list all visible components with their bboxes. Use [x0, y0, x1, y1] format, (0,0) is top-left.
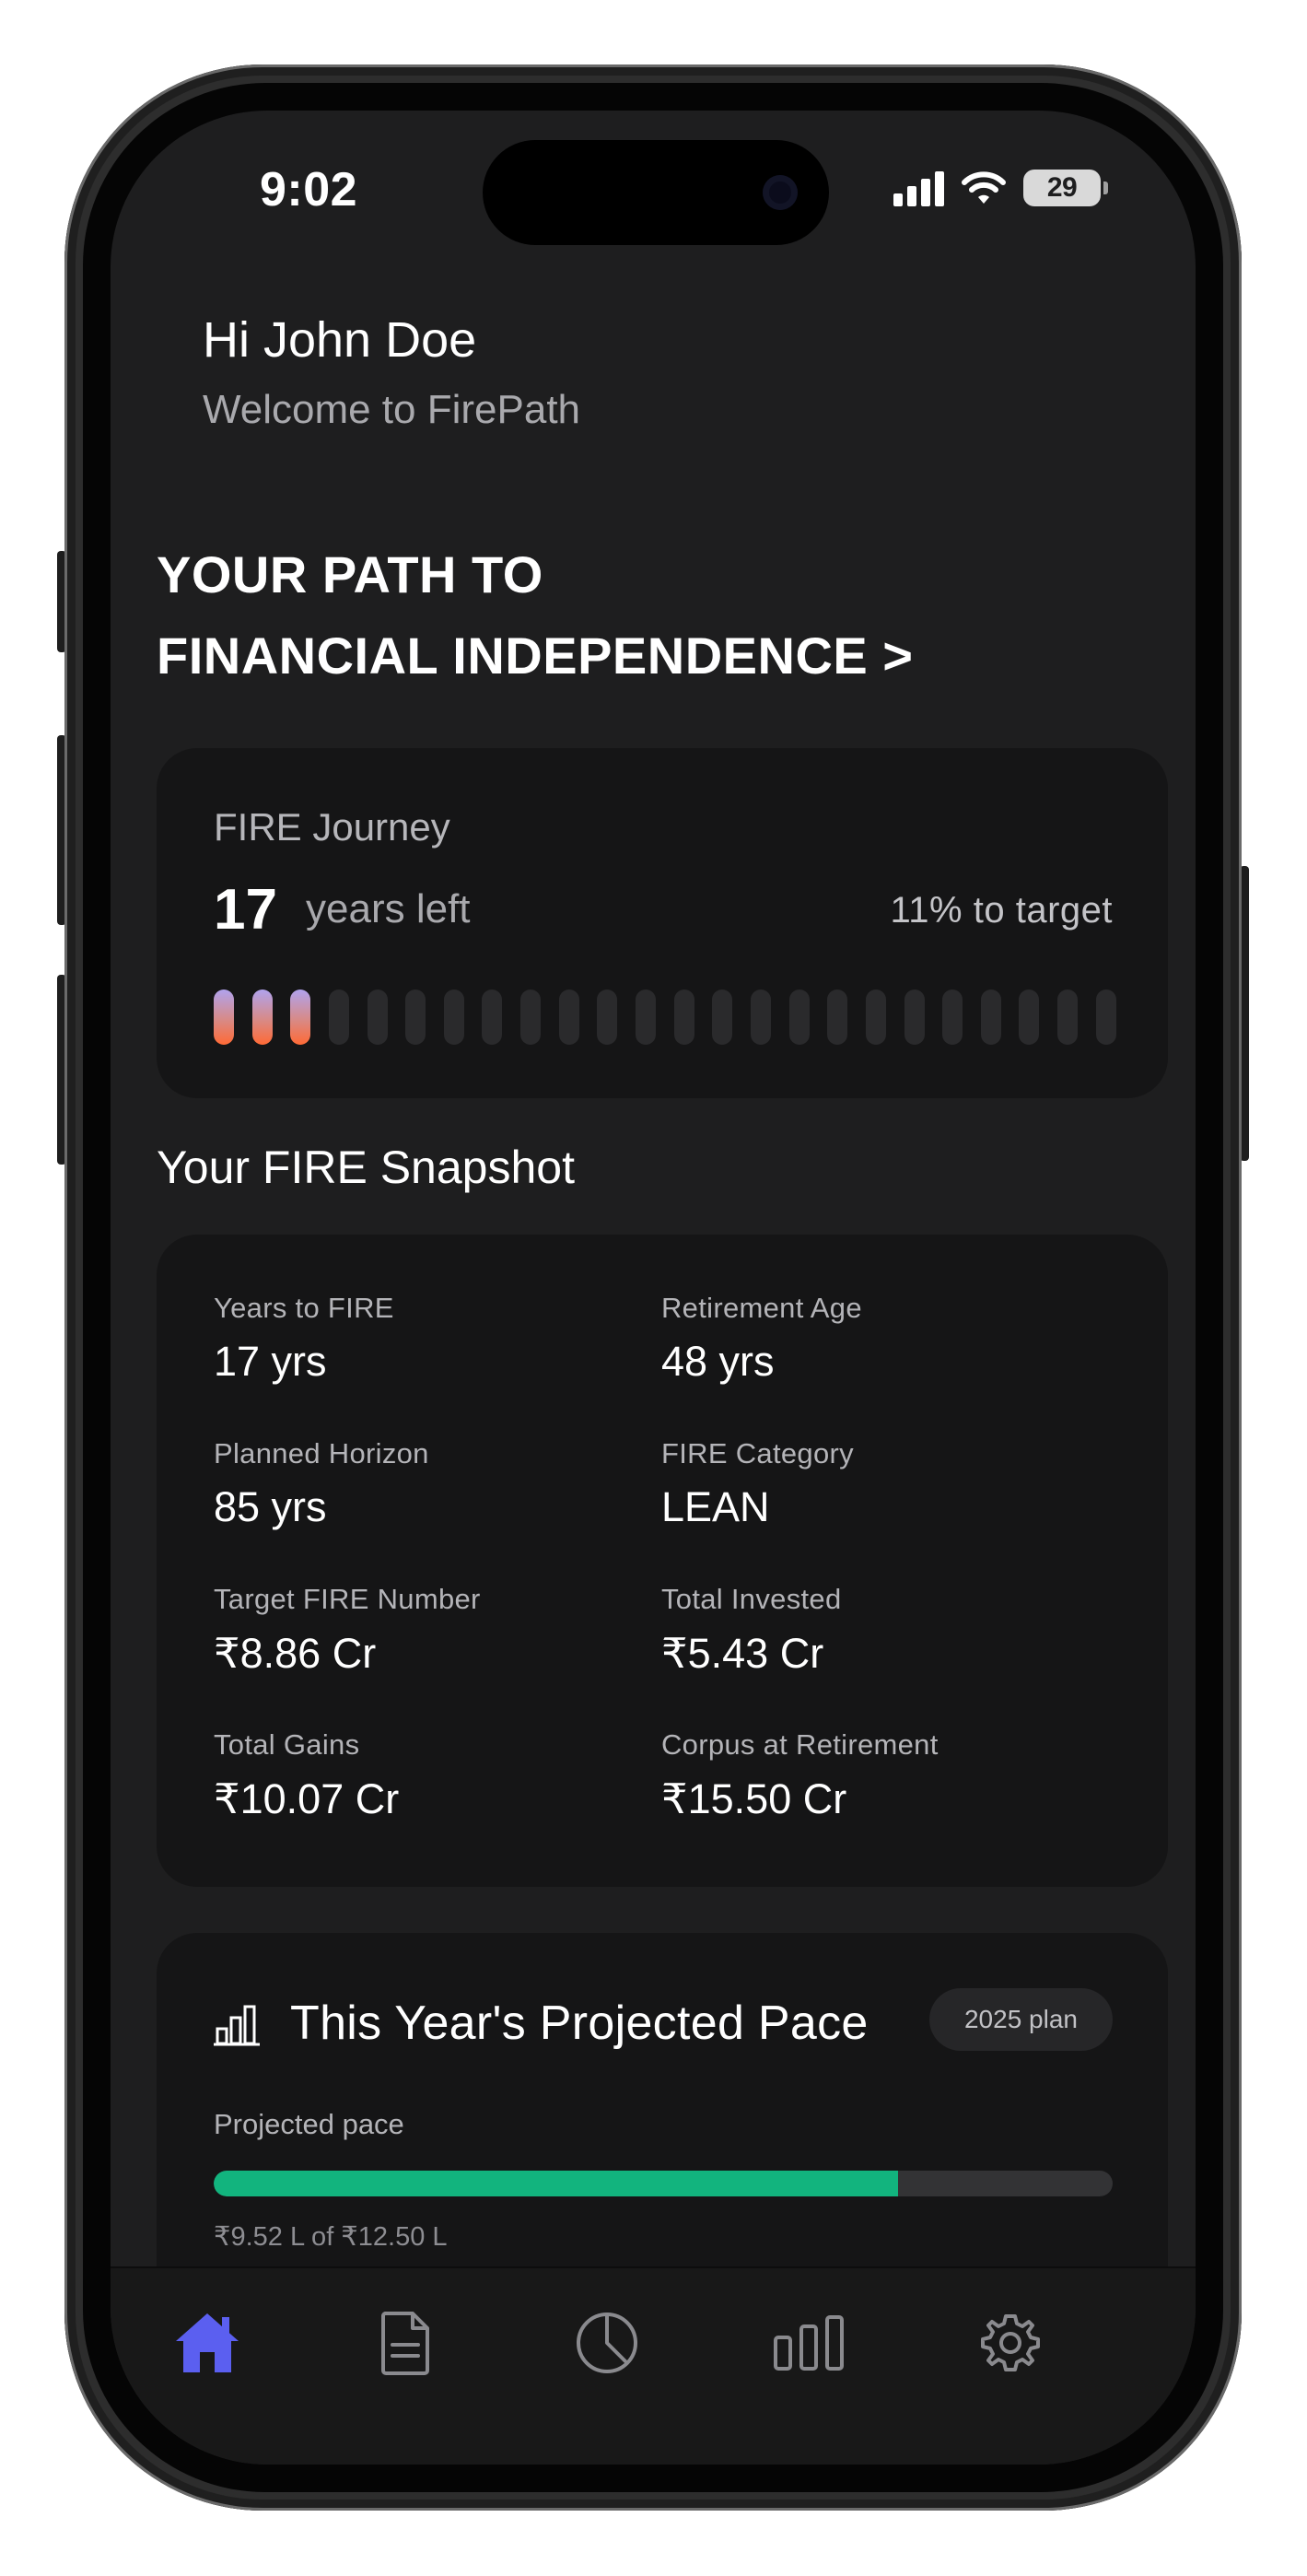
bar-chart-icon [214, 2005, 260, 2052]
metric-label: Years to FIRE [214, 1292, 394, 1324]
journey-segment-empty [1095, 989, 1116, 1045]
journey-segment-empty [865, 989, 886, 1045]
journey-target: 11% to target [890, 890, 1113, 931]
tab-bar [111, 2266, 1196, 2465]
metric-retirement-age: Retirement Age 48 yrs [661, 1292, 862, 1386]
hero-line-1: YOUR PATH TO [157, 545, 543, 603]
app-screen: 9:02 29 Hi John Doe Welcome to FirePath … [111, 111, 1196, 2465]
metric-label: Corpus at Retirement [661, 1728, 939, 1761]
journey-segment-empty [558, 989, 579, 1045]
journey-segment-empty [827, 989, 848, 1045]
pace-amount: ₹9.52 L of ₹12.50 L [214, 2222, 448, 2252]
journey-segment-empty [367, 989, 388, 1045]
metric-value: 48 yrs [661, 1338, 775, 1385]
metric-label: Total Gains [214, 1728, 360, 1761]
journey-segment-empty [750, 989, 771, 1045]
metric-total-invested: Total Invested ₹5.43 Cr [661, 1583, 841, 1678]
journey-years-label: years left [306, 886, 471, 931]
metric-value: ₹5.43 Cr [661, 1630, 824, 1677]
fire-journey-card[interactable]: FIRE Journey 17 years left 11% to target [157, 748, 1168, 1098]
pace-progress-fill [214, 2171, 899, 2196]
greeting-name: Hi John Doe [203, 312, 477, 368]
signal-icon [893, 170, 944, 206]
journey-segment-empty [712, 989, 733, 1045]
journey-segment-empty [636, 989, 657, 1045]
journey-progress [214, 989, 1116, 1045]
metric-value: ₹15.50 Cr [661, 1775, 847, 1822]
journey-segment-filled [251, 989, 273, 1045]
journey-segment-empty [788, 989, 810, 1045]
metric-value: ₹10.07 Cr [214, 1775, 400, 1822]
document-icon [381, 2312, 429, 2375]
journey-segment-empty [904, 989, 925, 1045]
journey-segment-filled [290, 989, 311, 1045]
battery-level: 29 [1046, 172, 1078, 203]
fire-path-link[interactable]: YOUR PATH TO FINANCIAL INDEPENDENCE > [157, 534, 1078, 697]
metric-years-to-fire: Years to FIRE 17 yrs [214, 1292, 394, 1386]
status-time: 9:02 [260, 163, 358, 217]
metric-corpus-at-retirement: Corpus at Retirement ₹15.50 Cr [661, 1728, 939, 1823]
home-icon [176, 2313, 239, 2372]
metric-label: FIRE Category [661, 1437, 854, 1469]
journey-years: 17 [214, 878, 277, 942]
journey-segment-empty [520, 989, 542, 1045]
journey-segment-empty [1057, 989, 1079, 1045]
metric-label: Planned Horizon [214, 1437, 429, 1469]
tab-documents[interactable] [364, 2301, 447, 2384]
metric-total-gains: Total Gains ₹10.07 Cr [214, 1728, 399, 1823]
journey-segment-empty [597, 989, 618, 1045]
journey-segment-empty [1019, 989, 1040, 1045]
dynamic-island [483, 140, 829, 245]
battery-icon: 29 [1023, 170, 1108, 206]
pace-title: This Year's Projected Pace [290, 1996, 869, 2050]
tab-allocation[interactable] [566, 2301, 648, 2384]
metric-value: 17 yrs [214, 1338, 327, 1385]
tab-analytics[interactable] [767, 2301, 850, 2384]
metric-value: 85 yrs [214, 1483, 327, 1530]
journey-segment-empty [443, 989, 464, 1045]
journey-segment-empty [980, 989, 1001, 1045]
status-indicators: 29 [893, 170, 1108, 206]
pace-progress-track [214, 2171, 1113, 2196]
journey-segment-filled [214, 989, 234, 1045]
journey-segment-empty [328, 989, 349, 1045]
journey-segment-empty [673, 989, 694, 1045]
journey-segment-empty [482, 989, 503, 1045]
hero-line-2: FINANCIAL INDEPENDENCE > [157, 626, 914, 685]
greeting-subtitle: Welcome to FirePath [203, 387, 581, 432]
metric-planned-horizon: Planned Horizon 85 yrs [214, 1437, 429, 1531]
tab-settings[interactable] [969, 2301, 1052, 2384]
tab-home[interactable] [166, 2301, 249, 2384]
journey-segment-empty [405, 989, 426, 1045]
bar-chart-icon [774, 2315, 844, 2371]
camera-icon [763, 175, 798, 210]
pace-label: Projected pace [214, 2108, 404, 2140]
metric-label: Retirement Age [661, 1292, 862, 1324]
pace-plan-badge[interactable]: 2025 plan [928, 1988, 1113, 2051]
fire-snapshot-card: Years to FIRE 17 yrs Retirement Age 48 y… [157, 1235, 1168, 1887]
metric-target-fire-number: Target FIRE Number ₹8.86 Cr [214, 1583, 481, 1678]
settings-icon [981, 2314, 1040, 2371]
pie-chart-icon [577, 2313, 637, 2373]
journey-title: FIRE Journey [214, 805, 450, 849]
wifi-icon [961, 170, 1007, 206]
metric-label: Total Invested [661, 1583, 842, 1615]
snapshot-heading: Your FIRE Snapshot [157, 1142, 575, 1193]
metric-value: LEAN [661, 1483, 770, 1530]
metric-label: Target FIRE Number [214, 1583, 481, 1615]
metric-value: ₹8.86 Cr [214, 1630, 377, 1677]
journey-segment-empty [942, 989, 963, 1045]
metric-fire-category: FIRE Category LEAN [661, 1437, 854, 1531]
